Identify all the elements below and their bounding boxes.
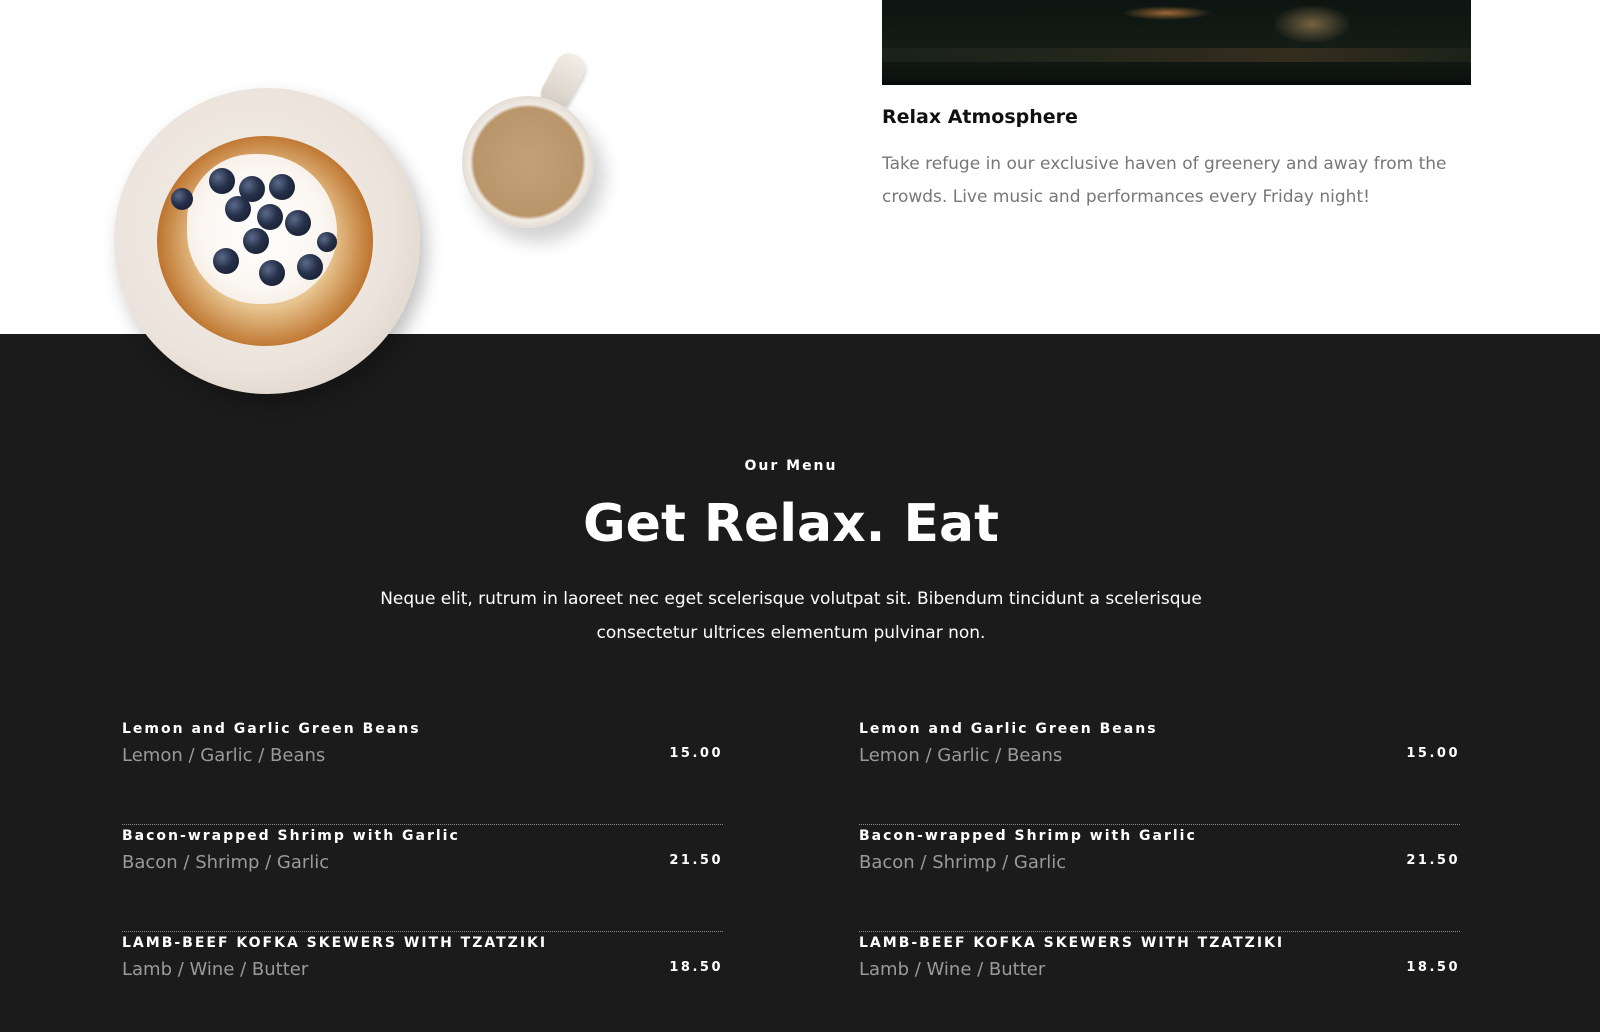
menu-item-price: 21.50 — [1406, 853, 1460, 868]
blueberry — [243, 228, 269, 254]
menu-item-name: Bacon-wrapped Shrimp with Garlic — [122, 828, 460, 844]
menu-item-name: LAMB-BEEF KOFKA SKEWERS WITH TZATZIKI — [859, 935, 1285, 951]
blueberry — [213, 248, 239, 274]
menu-item: Bacon-wrapped Shrimp with Garlic Bacon /… — [859, 825, 1460, 932]
menu-column-left: Lemon and Garlic Green Beans Lemon / Gar… — [122, 718, 723, 1032]
menu-item-ingredients: Lamb / Wine / Butter — [122, 959, 309, 980]
menu-item-ingredients: Bacon / Shrimp / Garlic — [859, 852, 1067, 873]
menu-item: LAMB-BEEF KOFKA SKEWERS WITH TZATZIKI La… — [859, 932, 1460, 1032]
blueberry — [171, 188, 193, 210]
menu-item-ingredients: Lamb / Wine / Butter — [859, 959, 1046, 980]
menu-item-ingredients: Lemon / Garlic / Beans — [122, 745, 326, 766]
menu-item: LAMB-BEEF KOFKA SKEWERS WITH TZATZIKI La… — [122, 932, 723, 1032]
menu-item-name: Lemon and Garlic Green Beans — [859, 721, 1158, 737]
blueberry — [259, 260, 285, 286]
blueberry — [225, 196, 251, 222]
blueberry — [317, 232, 337, 252]
menu-eyebrow: Our Menu — [744, 458, 838, 474]
menu-item-name: Bacon-wrapped Shrimp with Garlic — [859, 828, 1197, 844]
blueberry — [285, 210, 311, 236]
bar-interior-photo — [882, 0, 1471, 85]
menu-item-price: 21.50 — [669, 853, 723, 868]
menu-item: Lemon and Garlic Green Beans Lemon / Gar… — [122, 718, 723, 825]
menu-item-price: 18.50 — [669, 960, 723, 975]
blueberry — [297, 254, 323, 280]
menu-column-right: Lemon and Garlic Green Beans Lemon / Gar… — [859, 718, 1460, 1032]
menu-item-name: Lemon and Garlic Green Beans — [122, 721, 421, 737]
feature-title: Relax Atmosphere — [882, 106, 1078, 128]
menu-item-price: 15.00 — [1406, 746, 1460, 761]
light-glow — [1122, 6, 1212, 20]
menu-heading: Get Relax. Eat — [583, 494, 999, 554]
light-glow — [1272, 4, 1352, 44]
bar-counter — [882, 48, 1471, 62]
coffee-cup-image — [462, 96, 594, 228]
pancake-plate-image — [114, 88, 420, 394]
menu-section: Our Menu Get Relax. Eat Neque elit, rutr… — [0, 334, 1600, 1032]
blueberry — [209, 168, 235, 194]
menu-item: Bacon-wrapped Shrimp with Garlic Bacon /… — [122, 825, 723, 932]
feature-description: Take refuge in our exclusive haven of gr… — [882, 154, 1447, 207]
menu-item-ingredients: Lemon / Garlic / Beans — [859, 745, 1063, 766]
menu-item: Lemon and Garlic Green Beans Lemon / Gar… — [859, 718, 1460, 825]
blueberry — [269, 174, 295, 200]
menu-lead-text: Neque elit, rutrum in laoreet nec eget s… — [380, 589, 1202, 643]
menu-item-ingredients: Bacon / Shrimp / Garlic — [122, 852, 330, 873]
menu-item-name: LAMB-BEEF KOFKA SKEWERS WITH TZATZIKI — [122, 935, 548, 951]
blueberry — [257, 204, 283, 230]
photo-edge — [882, 82, 1471, 85]
pancake — [157, 136, 373, 346]
menu-item-price: 18.50 — [1406, 960, 1460, 975]
menu-item-price: 15.00 — [669, 746, 723, 761]
